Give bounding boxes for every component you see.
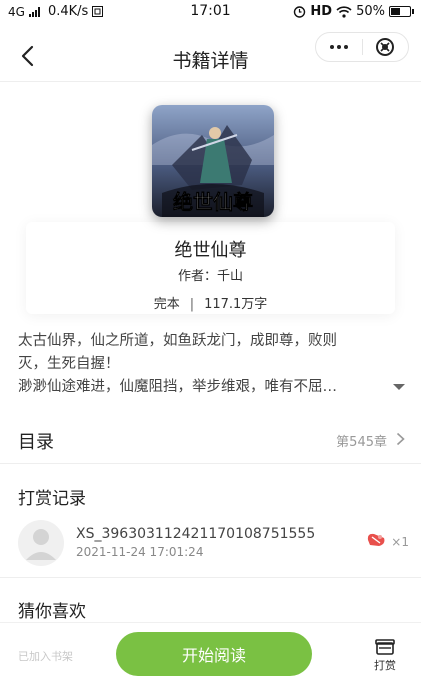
chevron-right-icon (396, 432, 405, 446)
more-button[interactable] (316, 33, 362, 61)
wifi-icon (336, 5, 352, 18)
catalog-label: 目录 (18, 432, 54, 453)
battery-icon (389, 6, 414, 17)
reward-time: 2021-11-24 17:01:24 (76, 545, 204, 559)
reward-username: XS_396303112421170108751555 (76, 526, 316, 542)
book-description[interactable]: 太古仙界，仙之所道，如鱼跃龙门，成即尊，败则 灭，生死自握！ 渺渺仙途难进，仙魔… (18, 330, 403, 399)
book-title: 绝世仙尊 (174, 240, 247, 261)
expand-arrow-icon[interactable] (393, 384, 405, 390)
shelf-status: 已加入书架 (18, 650, 73, 663)
author-label: 作者： (177, 269, 217, 284)
default-user-icon (26, 529, 56, 560)
bottom-action-bar: 已加入书架 开始阅读 打赏 (0, 622, 421, 689)
description-line: 渺渺仙途难进，仙魔阻挡，举步维艰，唯有不屈… (18, 379, 337, 395)
rewards-section-title: 打赏记录 (18, 489, 86, 509)
ellipsis-icon (329, 45, 348, 49)
tip-button[interactable]: 打赏 (367, 637, 403, 677)
author-name: 千山 (217, 269, 244, 284)
avatar (18, 520, 64, 566)
latest-chapter: 第545章 (336, 435, 387, 450)
status-right: HD 50% (293, 4, 414, 19)
close-circle-icon (376, 38, 395, 56)
start-reading-button[interactable]: 开始阅读 (116, 632, 312, 676)
cover-illustration: 绝世仙尊 (152, 105, 274, 217)
tip-label: 打赏 (374, 659, 396, 672)
reward-record: XS_396303112421170108751555 2021-11-24 1… (0, 514, 421, 578)
author-line: 作者：千山 (0, 265, 421, 284)
description-line: 灭，生死自握！ (18, 356, 120, 372)
recommend-section-title: 猜你喜欢 (18, 602, 86, 622)
hd-indicator: HD (310, 4, 333, 19)
word-count: 117.1万字 (204, 297, 268, 312)
book-status: 完本 (153, 297, 180, 312)
book-meta: 完本 | 117.1万字 (0, 293, 421, 312)
cover-title-art: 绝世仙尊 (173, 190, 253, 214)
nav-header: 书籍详情 (0, 30, 421, 82)
mini-program-capsule (315, 32, 409, 62)
gift-icon (367, 533, 385, 546)
close-button[interactable] (363, 33, 409, 61)
battery-percent: 50% (356, 4, 385, 19)
book-cover: 绝世仙尊 (152, 105, 274, 217)
meta-separator: | (189, 297, 195, 312)
description-line: 太古仙界，仙之所道，如鱼跃龙门，成即尊，败则 (18, 333, 337, 349)
catalog-row[interactable]: 目录 第545章 (0, 412, 421, 464)
alarm-icon (294, 6, 306, 18)
gift-box-icon (375, 639, 395, 655)
status-bar: 4G 0.4K/s 17:01 HD 50% (0, 0, 421, 26)
gift-count: ×1 (391, 535, 409, 549)
